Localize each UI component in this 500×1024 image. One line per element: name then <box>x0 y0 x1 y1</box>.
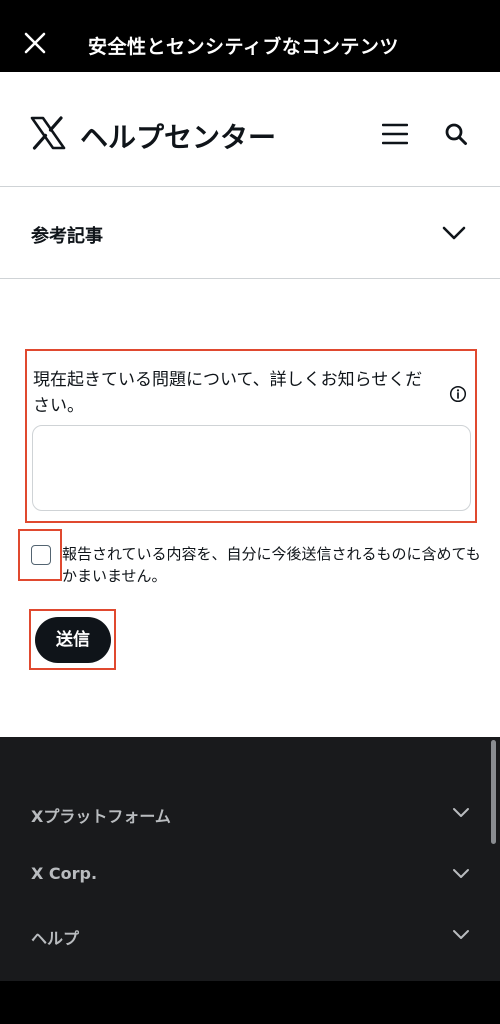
footer-item-label: Xプラットフォーム <box>31 807 171 826</box>
search-icon[interactable] <box>444 122 468 146</box>
footer: Xプラットフォーム X Corp. ヘルプ <box>0 737 500 981</box>
consent-checkbox[interactable] <box>31 545 51 565</box>
related-articles-toggle[interactable]: 参考記事 <box>0 188 500 279</box>
help-center-title[interactable]: ヘルプセンター <box>80 116 276 156</box>
problem-description-field: 現在起きている問題について、詳しくお知らせください。 <box>25 349 477 523</box>
help-page: ヘルプセンター 参考記事 現在起きている問題について、詳しくお知らせください。 … <box>0 72 500 737</box>
top-bar: 安全性とセンシティブなコンテンツ <box>0 0 500 72</box>
related-articles-label: 参考記事 <box>31 226 103 247</box>
problem-textarea[interactable] <box>32 425 471 511</box>
close-icon[interactable] <box>22 30 48 56</box>
footer-item-x-platform[interactable]: Xプラットフォーム <box>0 793 490 833</box>
help-header: ヘルプセンター <box>0 72 500 187</box>
consent-checkbox-highlight <box>18 529 62 581</box>
footer-item-label: ヘルプ <box>31 929 80 948</box>
chevron-down-icon <box>453 808 469 817</box>
x-logo-icon[interactable] <box>30 116 66 150</box>
footer-item-help[interactable]: ヘルプ <box>0 915 490 955</box>
footer-item-x-corp[interactable]: X Corp. <box>0 854 490 894</box>
page-title: 安全性とセンシティブなコンテンツ <box>88 36 399 58</box>
footer-item-label: X Corp. <box>31 864 98 883</box>
info-icon[interactable] <box>449 385 467 403</box>
submit-highlight: 送信 <box>29 609 116 670</box>
chevron-down-icon <box>453 930 469 939</box>
consent-checkbox-label[interactable]: 報告されている内容を、自分に今後送信されるものに含めてもかまいません。 <box>62 543 482 587</box>
problem-question-label: 現在起きている問題について、詳しくお知らせください。 <box>33 370 423 416</box>
chevron-down-icon <box>442 226 466 240</box>
chevron-down-icon <box>453 869 469 878</box>
submit-button[interactable]: 送信 <box>35 617 111 663</box>
scrollbar[interactable] <box>491 740 496 844</box>
bottom-bar <box>0 981 500 1024</box>
menu-icon[interactable] <box>382 122 408 146</box>
